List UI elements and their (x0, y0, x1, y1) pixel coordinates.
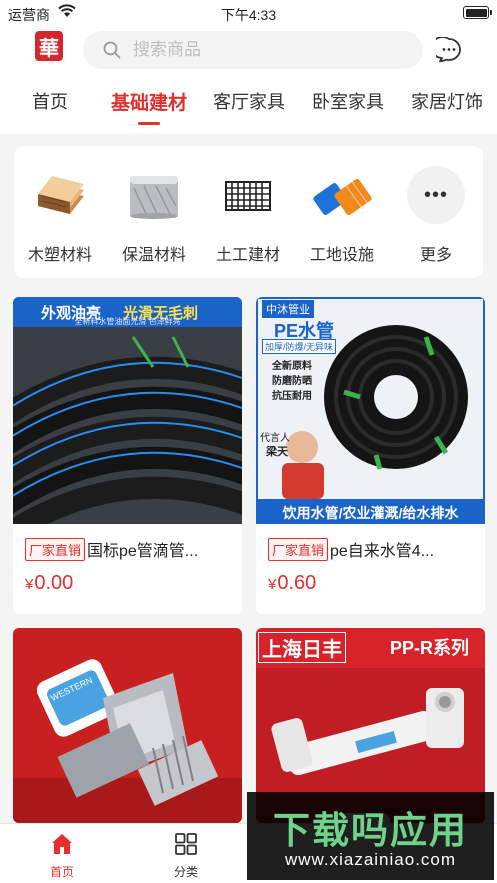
category-label: 更多 (419, 247, 452, 264)
currency-symbol: ¥ (25, 576, 34, 593)
category-label: 土工建材 (215, 247, 280, 264)
app-logo[interactable]: 華 (35, 31, 63, 61)
nav-home[interactable]: 首页 (32, 832, 92, 880)
wood-plastic-board-icon (30, 166, 90, 226)
product-feature: 全新原料 (272, 361, 312, 372)
product-bottom-banner: 饮用水管/农业灌溉/给水排水 (282, 505, 459, 521)
watermark-title: 下载吗应用 (273, 809, 468, 852)
product-image: WESTERN (13, 628, 242, 823)
product-card[interactable]: WESTERN (13, 628, 242, 823)
category-shortcuts: 木塑材料 保温材料 土工建材 工地设施 ••• 更多 (14, 146, 483, 278)
currency-symbol: ¥ (268, 576, 277, 593)
factory-direct-badge: 厂家直销 (268, 538, 329, 561)
product-image: 外观油亮 光滑无毛刺 全新料水管油面光滑 色泽鲜亮 (13, 297, 242, 524)
category-more[interactable]: ••• 更多 (397, 166, 475, 265)
product-info: 厂家直销 pe自来水管4... ¥0.60 (256, 524, 485, 614)
search-bar[interactable] (83, 31, 423, 69)
product-feature: 抗压耐用 (272, 391, 312, 402)
product-series: PP-R系列 (390, 638, 470, 658)
category-wood-plastic[interactable]: 木塑材料 (21, 166, 99, 265)
search-icon (103, 41, 121, 59)
safety-net-roll-icon (312, 166, 372, 226)
product-brand: 中沐管业 (262, 300, 314, 318)
product-price: ¥0.60 (268, 572, 316, 595)
endorser-name: 梁天 (266, 446, 288, 458)
watermark-url: www.xiazainiao.com (284, 850, 457, 869)
active-tab-indicator (138, 122, 160, 125)
tab-home[interactable]: 首页 (32, 88, 68, 114)
tab-home-lighting[interactable]: 家居灯饰 (411, 88, 483, 114)
nav-home-label: 首页 (49, 865, 74, 879)
category-label: 木塑材料 (27, 247, 92, 264)
tab-bedroom-furniture[interactable]: 卧室家具 (312, 88, 384, 114)
product-banner-sub: 全新料水管油面光滑 色泽鲜亮 (74, 317, 181, 326)
product-card[interactable]: 外观油亮 光滑无毛刺 全新料水管油面光滑 色泽鲜亮 厂家直销 国标pe管滴管..… (13, 297, 242, 614)
product-feature: 防磨防晒 (272, 376, 312, 387)
category-tabs: 首页 基础建材 客厅家具 卧室家具 家居灯饰 (0, 82, 497, 128)
tab-basic-building-materials[interactable]: 基础建材 (111, 88, 187, 115)
product-image: 中沐管业 PE水管 加厚/防爆/无异味 全新原料 防磨防晒 抗压耐用 代言人 梁… (256, 297, 485, 524)
insulation-roll-icon (124, 166, 184, 226)
home-icon (52, 834, 72, 854)
clock: 下午4:33 (220, 7, 277, 23)
message-icon[interactable] (436, 37, 462, 63)
nav-category[interactable]: 分类 (156, 832, 216, 880)
product-title: pe自来水管4... (330, 543, 435, 560)
product-tagline: 加厚/防爆/无异味 (262, 339, 337, 354)
search-input[interactable] (133, 31, 403, 69)
header: 華 首页 基础建材 客厅家具 卧室家具 家居灯饰 (0, 26, 497, 134)
product-brand: 上海日丰 (258, 632, 346, 663)
product-price: ¥0.00 (25, 572, 73, 595)
category-insulation[interactable]: 保温材料 (115, 166, 193, 265)
product-title: 国标pe管滴管... (87, 543, 199, 560)
price-value: 0.60 (277, 572, 317, 594)
grid-icon (175, 833, 197, 855)
nav-category-label: 分类 (173, 865, 198, 879)
category-label: 保温材料 (121, 247, 186, 264)
category-geotechnical[interactable]: 土工建材 (209, 166, 287, 265)
battery-icon (463, 6, 492, 19)
category-label: 工地设施 (309, 247, 374, 264)
more-icon: ••• (407, 166, 465, 224)
watermark: 下载吗应用 www.xiazainiao.com (247, 792, 494, 880)
product-card[interactable]: 中沐管业 PE水管 加厚/防爆/无异味 全新原料 防磨防晒 抗压耐用 代言人 梁… (256, 297, 485, 614)
status-bar: 运营商 下午4:33 (0, 0, 497, 26)
tab-living-room-furniture[interactable]: 客厅家具 (213, 88, 285, 114)
geogrid-mesh-icon (218, 166, 278, 226)
product-info: 厂家直销 国标pe管滴管... ¥0.00 (13, 524, 242, 614)
category-site-facilities[interactable]: 工地设施 (303, 166, 381, 265)
more-icon-wrap: ••• (406, 166, 466, 226)
price-value: 0.00 (34, 572, 74, 594)
factory-direct-badge: 厂家直销 (25, 538, 86, 561)
endorser-label: 代言人 (260, 433, 290, 444)
